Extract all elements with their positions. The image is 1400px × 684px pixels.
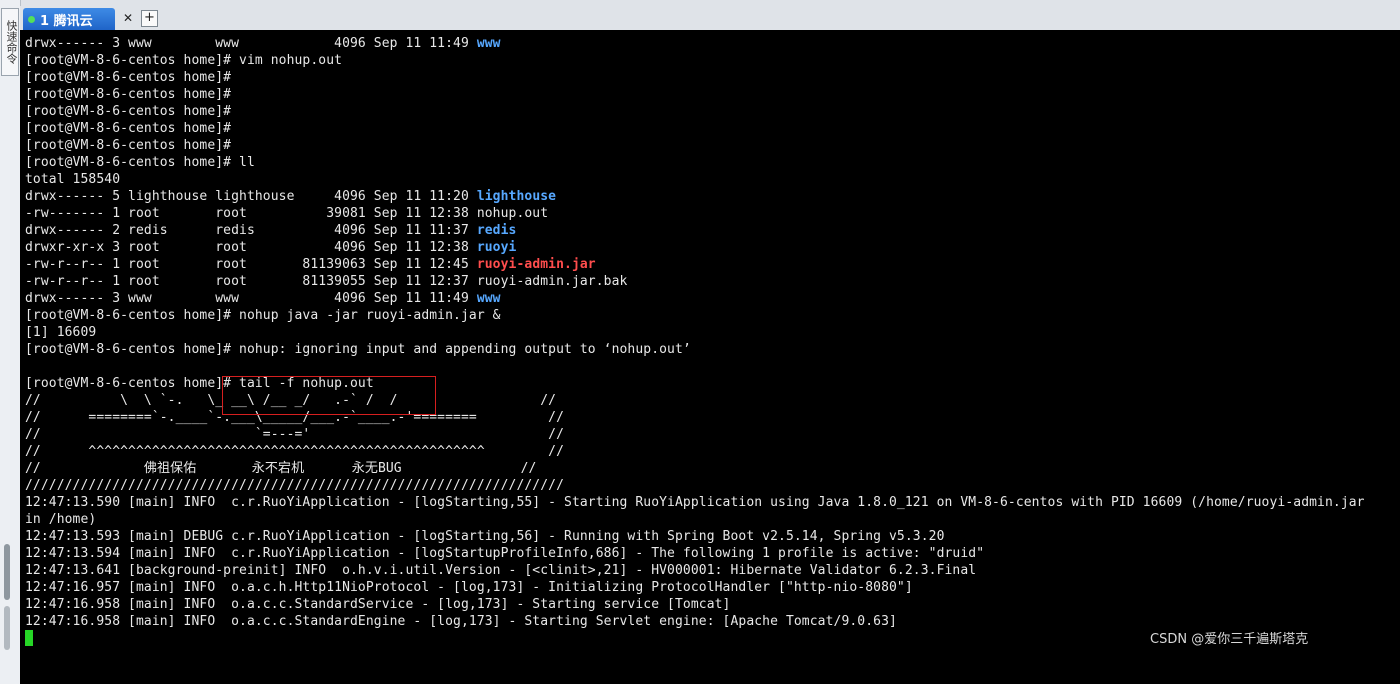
side-scroll-handle[interactable]	[4, 544, 10, 600]
terminal-line: drwx------ 3 www www 4096 Sep 11 11:49 w…	[25, 290, 1365, 307]
line-text: [root@VM-8-6-centos home]#	[25, 87, 232, 102]
line-text: [root@VM-8-6-centos home]#	[25, 70, 232, 85]
terminal-line: // ^^^^^^^^^^^^^^^^^^^^^^^^^^^^^^^^^^^^^…	[25, 443, 1365, 460]
terminal-line: 12:47:16.958 [main] INFO o.a.c.c.Standar…	[25, 596, 1365, 613]
terminal-line: 12:47:13.594 [main] INFO c.r.RuoYiApplic…	[25, 545, 1365, 562]
line-text: -rw------- 1 root root 39081 Sep 11 12:3…	[25, 206, 549, 221]
terminal-line: 12:47:13.593 [main] DEBUG c.r.RuoYiAppli…	[25, 528, 1365, 545]
terminal-line: [root@VM-8-6-centos home]#	[25, 86, 1365, 103]
highlighted-entry: www	[476, 291, 501, 306]
terminal-line: total 158540	[25, 171, 1365, 188]
line-text: drwx------ 3 www www 4096 Sep 11 11:49	[25, 291, 477, 306]
terminal-line: [root@VM-8-6-centos home]# ll	[25, 154, 1365, 171]
highlight-annotation-box	[222, 376, 436, 415]
connected-status-icon	[28, 15, 35, 23]
terminal-line: [root@VM-8-6-centos home]#	[25, 103, 1365, 120]
line-text: ////////////////////////////////////////…	[25, 478, 565, 493]
line-text: [root@VM-8-6-centos home]# ll	[25, 155, 255, 170]
line-text: [root@VM-8-6-centos home]#	[25, 138, 232, 153]
terminal-line: -rw------- 1 root root 39081 Sep 11 12:3…	[25, 205, 1365, 222]
line-text: drwx------ 5 lighthouse lighthouse 4096 …	[25, 189, 477, 204]
highlighted-entry: lighthouse	[476, 189, 557, 204]
terminal-line: [root@VM-8-6-centos home]#	[25, 69, 1365, 86]
terminal-line: [root@VM-8-6-centos home]# vim nohup.out	[25, 52, 1365, 69]
line-text: // 佛祖保佑 永不宕机 永无BUG //	[25, 461, 537, 476]
terminal-line: 12:47:16.957 [main] INFO o.a.c.h.Http11N…	[25, 579, 1365, 596]
line-text: [root@VM-8-6-centos home]#	[25, 104, 232, 119]
terminal-line: 12:47:13.641 [background-preinit] INFO o…	[25, 562, 1365, 579]
highlighted-entry: redis	[476, 223, 517, 238]
terminal-line: // `=---=' //	[25, 426, 1365, 443]
terminal-output[interactable]: drwx------ 3 www www 4096 Sep 11 11:49 w…	[20, 30, 1400, 684]
terminal-line: [root@VM-8-6-centos home]#	[25, 137, 1365, 154]
new-tab-button[interactable]: +	[141, 10, 158, 27]
highlighted-entry: www	[476, 36, 501, 51]
terminal-line: [1] 16609	[25, 324, 1365, 341]
terminal-line: -rw-r--r-- 1 root root 81139063 Sep 11 1…	[25, 256, 1365, 273]
line-text: 12:47:16.958 [main] INFO o.a.c.c.Standar…	[25, 597, 731, 612]
terminal-line: drwx------ 2 redis redis 4096 Sep 11 11:…	[25, 222, 1365, 239]
session-tab-label: 1 腾讯云	[40, 13, 93, 29]
line-text: [root@VM-8-6-centos home]# nohup java -j…	[25, 308, 501, 323]
terminal-line: [root@VM-8-6-centos home]# nohup java -j…	[25, 307, 1365, 324]
line-text: [1] 16609	[25, 325, 97, 340]
terminal-line: [root@VM-8-6-centos home]# nohup: ignori…	[25, 341, 1365, 358]
terminal-line: in /home)	[25, 511, 1365, 528]
terminal-lines: drwx------ 3 www www 4096 Sep 11 11:49 w…	[25, 35, 1365, 647]
line-text: -rw-r--r-- 1 root root 81139055 Sep 11 1…	[25, 274, 628, 289]
quick-command-tab[interactable]: 快速命令	[1, 8, 19, 76]
terminal-line: 12:47:13.590 [main] INFO c.r.RuoYiApplic…	[25, 494, 1365, 511]
line-text: [root@VM-8-6-centos home]# vim nohup.out	[25, 53, 343, 68]
line-text: 12:47:13.594 [main] INFO c.r.RuoYiApplic…	[25, 546, 985, 561]
line-text: [root@VM-8-6-centos home]# nohup: ignori…	[25, 342, 691, 357]
terminal-line: drwxr-xr-x 3 root root 4096 Sep 11 12:38…	[25, 239, 1365, 256]
line-text: [root@VM-8-6-centos home]#	[25, 121, 232, 136]
terminal-line: drwx------ 5 lighthouse lighthouse 4096 …	[25, 188, 1365, 205]
line-text: // ^^^^^^^^^^^^^^^^^^^^^^^^^^^^^^^^^^^^^…	[25, 444, 565, 459]
line-text: 12:47:16.957 [main] INFO o.a.c.h.Http11N…	[25, 580, 913, 595]
highlighted-entry: ruoyi	[476, 240, 517, 255]
terminal-line: -rw-r--r-- 1 root root 81139055 Sep 11 1…	[25, 273, 1365, 290]
line-text: 12:47:16.958 [main] INFO o.a.c.c.Standar…	[25, 614, 897, 629]
line-text: 12:47:13.590 [main] INFO c.r.RuoYiApplic…	[25, 495, 1365, 510]
terminal-line: drwx------ 3 www www 4096 Sep 11 11:49 w…	[25, 35, 1365, 52]
terminal-line: [root@VM-8-6-centos home]#	[25, 120, 1365, 137]
line-text: drwxr-xr-x 3 root root 4096 Sep 11 12:38	[25, 240, 477, 255]
line-text: total 158540	[25, 172, 121, 187]
line-text: drwx------ 3 www www 4096 Sep 11 11:49	[25, 36, 477, 51]
line-text: 12:47:13.641 [background-preinit] INFO o…	[25, 563, 977, 578]
terminal-line: // 佛祖保佑 永不宕机 永无BUG //	[25, 460, 1365, 477]
quick-command-strip: 快速命令	[0, 0, 21, 684]
terminal-line: ////////////////////////////////////////…	[25, 477, 1365, 494]
line-text: in /home)	[25, 512, 97, 527]
session-tab-bar: 1 腾讯云 ✕ +	[20, 6, 1400, 30]
line-text: -rw-r--r-- 1 root root 81139063 Sep 11 1…	[25, 257, 477, 272]
line-text: // `=---=' //	[25, 427, 565, 442]
line-text: 12:47:13.593 [main] DEBUG c.r.RuoYiAppli…	[25, 529, 945, 544]
session-tab[interactable]: 1 腾讯云	[23, 8, 115, 30]
csdn-watermark: CSDN @爱你三千遍斯塔克	[1150, 632, 1309, 647]
line-text: drwx------ 2 redis redis 4096 Sep 11 11:…	[25, 223, 477, 238]
highlighted-entry: ruoyi-admin.jar	[476, 257, 596, 272]
close-tab-icon[interactable]: ✕	[121, 11, 135, 25]
side-scroll-track	[4, 606, 10, 650]
terminal-cursor	[25, 630, 33, 646]
